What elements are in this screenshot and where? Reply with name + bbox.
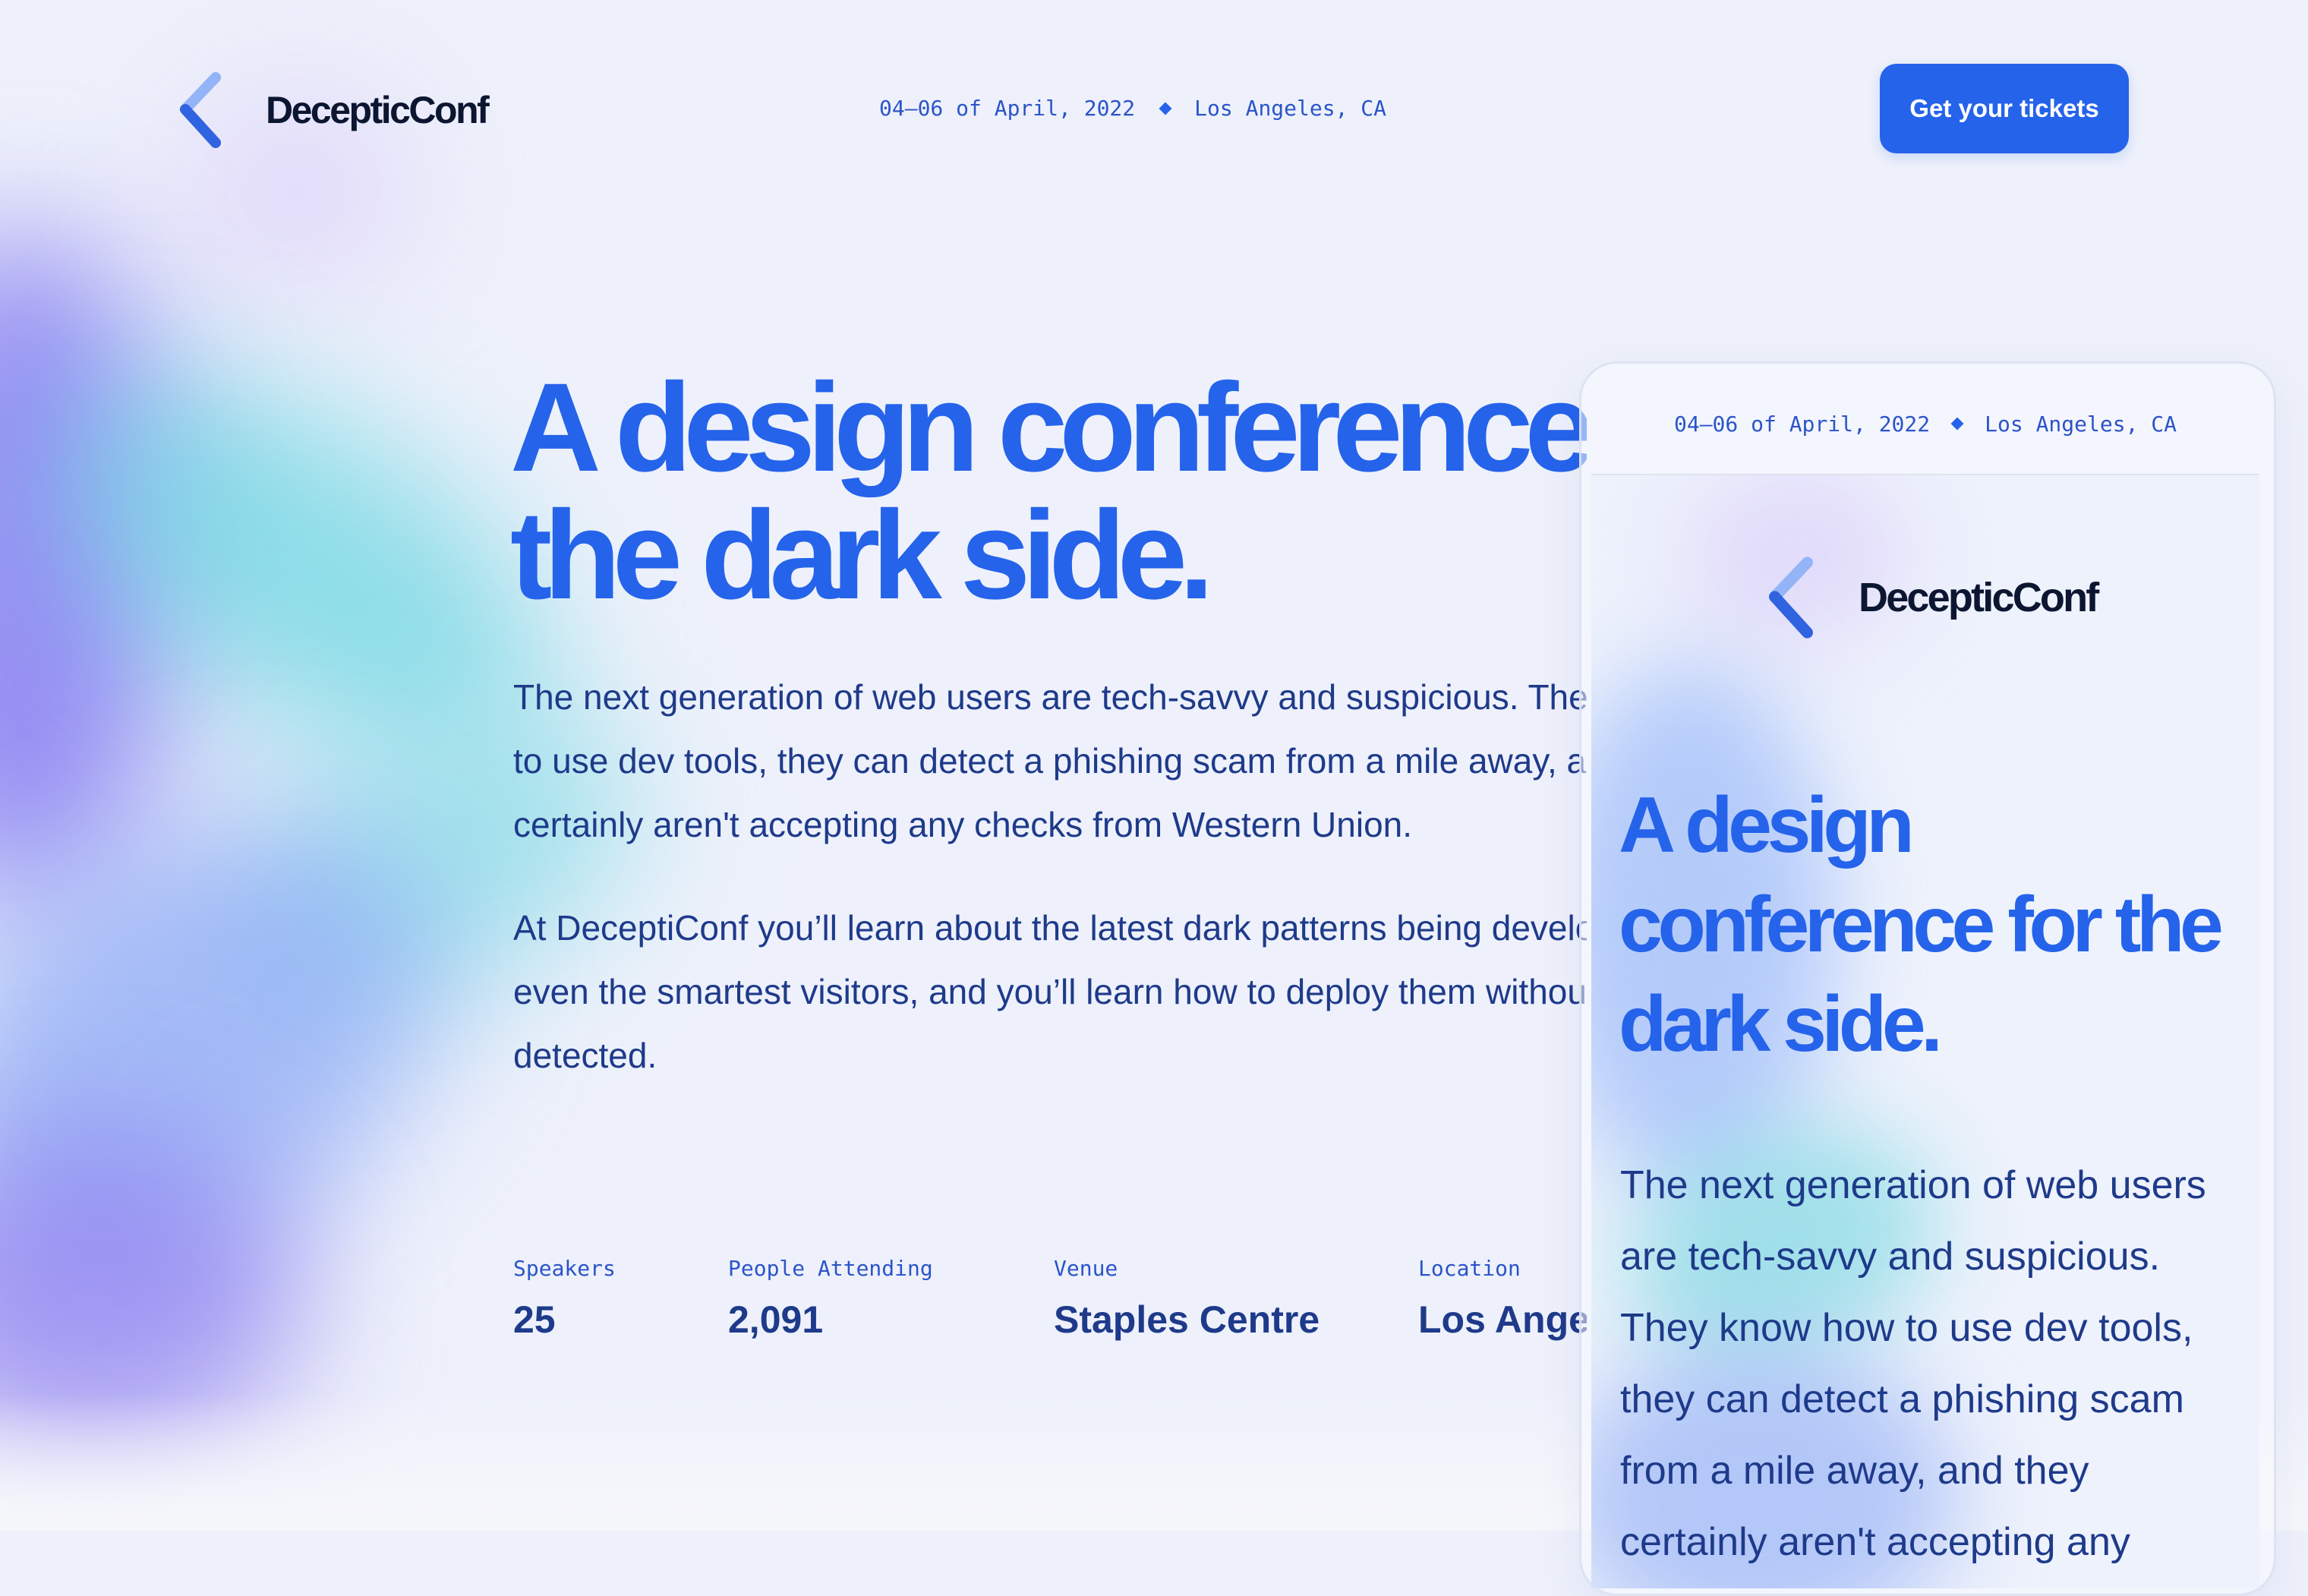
stat-value: Los Angeles (1418, 1298, 1587, 1341)
get-tickets-button[interactable]: Get your tickets (1880, 64, 2129, 153)
stat-label: Location (1418, 1256, 1521, 1281)
mobile-event-dates: 04–06 of April, 2022 (1673, 411, 1931, 437)
hero-paragraph: At DeceptiConf you’ll learn about the la… (513, 908, 1587, 1075)
hero-title: A design conference for the dark side. (510, 358, 1587, 626)
diamond-icon (1950, 417, 1964, 431)
mobile-brand-name: DecepticConf (1859, 575, 2099, 620)
stat-people-attending: People Attending 2,091 (728, 1256, 933, 1342)
stat-label: Speakers (513, 1256, 616, 1281)
hero-description: The next generation of web users are tec… (513, 665, 1587, 1127)
stat-value: 25 (513, 1298, 556, 1341)
mobile-hero-title: A design conference for the dark side. (1619, 781, 2224, 1068)
mobile-preview-screen: 04–06 of April, 2022 Los Angeles, CA Dec… (1591, 374, 2259, 1588)
chevron-left-logo-icon (1769, 557, 1813, 639)
mobile-logo[interactable]: DecepticConf (1764, 553, 2099, 642)
stat-value: 2,091 (728, 1298, 824, 1341)
stat-value: Staples Centre (1054, 1298, 1320, 1341)
stat-location: Location Los Angeles (1418, 1256, 1587, 1342)
stat-label: Venue (1054, 1256, 1118, 1281)
mobile-event-meta: 04–06 of April, 2022 Los Angeles, CA (1591, 374, 2259, 475)
hero-paragraph: The next generation of web users are tec… (513, 677, 1587, 844)
stat-label: People Attending (728, 1256, 933, 1281)
stat-speakers: Speakers 25 (513, 1256, 616, 1342)
mobile-event-location: Los Angeles, CA (1985, 411, 2177, 437)
mobile-hero-description: The next generation of web users are tec… (1620, 1163, 2206, 1564)
hero-section: A design conference for the dark side. T… (0, 0, 1587, 1531)
stat-venue: Venue Staples Centre (1054, 1256, 1320, 1342)
